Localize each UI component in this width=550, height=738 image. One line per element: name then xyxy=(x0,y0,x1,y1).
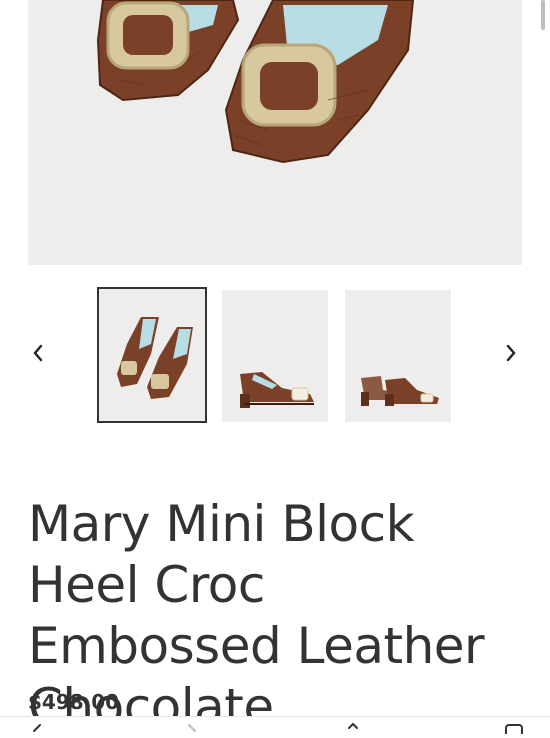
thumbnail-carousel xyxy=(0,285,550,427)
page-scrollbar[interactable] xyxy=(541,0,545,30)
chevron-left-icon xyxy=(33,344,43,362)
thumbnail-1-selected[interactable] xyxy=(97,287,207,423)
tabs-icon[interactable] xyxy=(504,723,524,734)
thumbnail-3[interactable] xyxy=(345,290,451,422)
chevron-right-icon xyxy=(506,344,516,362)
forward-arrow-icon[interactable] xyxy=(185,723,199,734)
shoe-pair-top-view-image xyxy=(96,0,415,164)
shoe-side-view-thumbnail xyxy=(240,372,314,408)
product-main-image[interactable] xyxy=(28,0,522,265)
product-price: $498.00 xyxy=(28,690,120,714)
shoe-top-view-thumbnail xyxy=(117,317,193,399)
bottom-toolbar xyxy=(0,716,550,734)
thumbnail-2[interactable] xyxy=(222,290,328,422)
carousel-next-button[interactable] xyxy=(499,341,523,365)
carousel-prev-button[interactable] xyxy=(26,341,50,365)
shoe-pair-side-view-thumbnail xyxy=(361,376,439,406)
share-icon[interactable] xyxy=(345,723,361,734)
back-arrow-icon[interactable] xyxy=(30,723,44,734)
